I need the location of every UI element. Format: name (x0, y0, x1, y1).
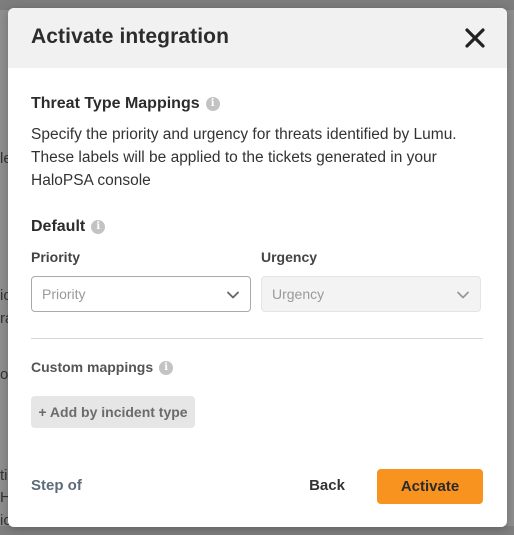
section-divider (31, 338, 483, 339)
urgency-placeholder: Urgency (272, 286, 325, 302)
priority-placeholder: Priority (42, 286, 86, 302)
urgency-label: Urgency (261, 249, 318, 265)
custom-mappings-text: Custom mappings (31, 359, 154, 375)
section-title-text: Threat Type Mappings (31, 95, 200, 112)
dialog-title: Activate integration (31, 25, 230, 48)
info-icon[interactable]: i (159, 361, 174, 376)
urgency-select[interactable]: Urgency (261, 276, 481, 312)
default-heading: Default i (31, 218, 106, 236)
background-text-fragment: ti (0, 467, 8, 484)
chevron-down-icon (227, 291, 239, 299)
chevron-down-icon (457, 291, 469, 299)
priority-select[interactable]: Priority (31, 276, 251, 312)
priority-label: Priority (31, 249, 81, 265)
custom-mappings-heading: Custom mappings i (31, 359, 174, 376)
threat-type-mappings-heading: Threat Type Mappings i (31, 95, 220, 113)
add-by-incident-type-button[interactable]: + Add by incident type (31, 396, 195, 428)
close-icon (465, 28, 485, 48)
default-heading-text: Default (31, 218, 86, 235)
description-text: Specify the priority and urgency for thr… (31, 126, 457, 189)
back-button[interactable]: Back (301, 469, 353, 503)
step-indicator: Step of (31, 477, 82, 494)
info-icon[interactable]: i (91, 219, 106, 234)
info-icon[interactable]: i (205, 96, 220, 111)
activate-integration-dialog: Activate integration Threat Type Mapping… (8, 8, 507, 527)
dialog-header: Activate integration (8, 8, 507, 68)
close-button[interactable] (463, 26, 487, 50)
background-bottom-bar (0, 526, 514, 535)
activate-button[interactable]: Activate (377, 469, 483, 504)
